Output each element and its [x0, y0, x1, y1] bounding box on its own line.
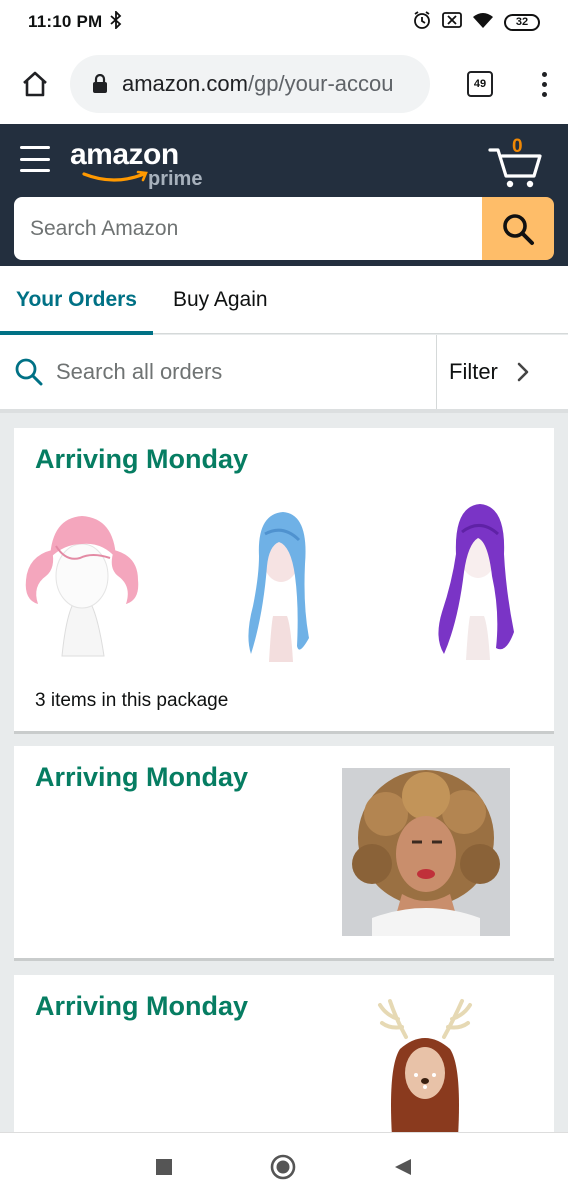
url-path: /gp/your-accou — [247, 71, 394, 96]
back-nav-button[interactable] — [393, 1157, 413, 1177]
hamburger-menu-icon[interactable] — [20, 144, 50, 174]
tab-your-orders[interactable]: Your Orders — [0, 266, 153, 335]
amazon-header: amazon prime 0 — [0, 124, 568, 266]
battery-indicator: 32 — [504, 13, 540, 31]
cart-count: 0 — [512, 136, 523, 157]
search-icon — [503, 213, 534, 245]
chevron-right-icon — [517, 362, 529, 382]
wifi-icon — [472, 11, 494, 34]
tab-buy-again[interactable]: Buy Again — [153, 266, 284, 334]
order-card[interactable]: Arriving Monday — [14, 975, 554, 1135]
filter-label: Filter — [449, 359, 498, 384]
delivery-status: Arriving Monday — [35, 991, 249, 1021]
search-submit-button[interactable] — [482, 197, 554, 260]
home-nav-button[interactable] — [269, 1153, 297, 1181]
filter-button[interactable]: Filter — [436, 335, 568, 409]
delivery-status: Arriving Monday — [35, 762, 249, 792]
search-orders-icon — [15, 358, 43, 386]
lock-icon — [92, 74, 108, 94]
home-button[interactable] — [0, 44, 70, 124]
logo-prime-text: prime — [148, 168, 203, 190]
order-card[interactable]: Arriving Monday — [14, 746, 554, 961]
curly-blonde-afro-wig-image[interactable] — [342, 768, 510, 936]
delivery-status: Arriving Monday — [35, 444, 249, 474]
url-text: amazon.com/gp/your-accou — [122, 71, 393, 97]
amazon-prime-logo[interactable]: amazon prime — [70, 136, 210, 196]
logo-text: amazon — [70, 138, 179, 171]
amazon-search-bar — [14, 197, 554, 260]
pink-pigtail-wig-image[interactable] — [22, 506, 142, 658]
url-host: amazon.com — [122, 71, 248, 96]
tab-count: 49 — [467, 71, 493, 97]
status-bar: 11:10 PM 32 — [0, 0, 568, 44]
tab-switcher-button[interactable]: 49 — [440, 44, 520, 124]
recent-apps-button[interactable] — [155, 1158, 173, 1176]
order-search-row: Filter — [0, 335, 568, 413]
alarm-icon — [412, 10, 432, 35]
orders-tab-bar: Your Orders Buy Again — [0, 266, 568, 335]
browser-toolbar: amazon.com/gp/your-accou 49 — [0, 44, 568, 124]
blue-long-wig-image[interactable] — [239, 506, 319, 664]
order-card[interactable]: Arriving Monday 3 items in this package — [14, 428, 554, 734]
amazon-search-input[interactable] — [14, 197, 482, 260]
package-item-count: 3 items in this package — [35, 690, 229, 711]
browser-menu-icon[interactable] — [520, 44, 568, 124]
search-orders-input[interactable] — [56, 359, 386, 385]
sim-off-icon — [442, 11, 462, 33]
logo-smile-icon — [82, 170, 148, 182]
deer-antler-headband-image[interactable] — [370, 997, 480, 1135]
status-time: 11:10 PM — [28, 12, 103, 31]
purple-wavy-wig-image[interactable] — [434, 502, 518, 662]
android-nav-bar — [0, 1132, 568, 1200]
address-bar[interactable]: amazon.com/gp/your-accou — [70, 55, 430, 113]
cart-button[interactable]: 0 — [488, 136, 544, 190]
bluetooth-icon — [110, 9, 122, 34]
home-icon — [23, 71, 47, 97]
